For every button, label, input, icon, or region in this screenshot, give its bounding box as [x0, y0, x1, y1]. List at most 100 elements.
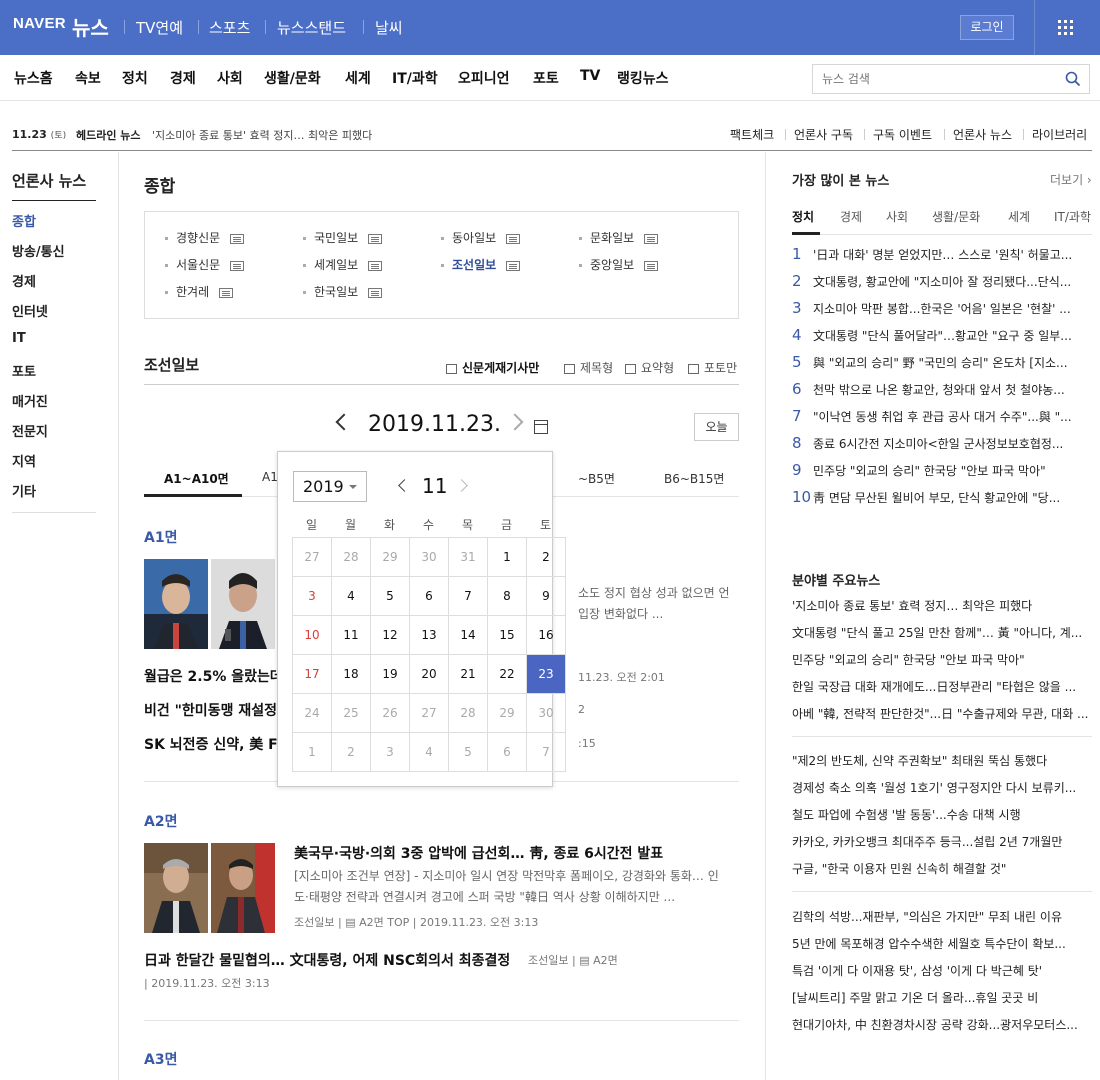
next-month-arrow[interactable] [455, 479, 468, 492]
sidebar-item-economy[interactable]: 경제 [12, 271, 36, 290]
rank-tab-society[interactable]: 사회 [886, 208, 908, 225]
today-button[interactable]: 오늘 [694, 413, 739, 441]
ranking-item[interactable]: 5 與 "외교의 승리" 野 "국민의 승리" 온도차 [지소... [792, 353, 1092, 371]
section-news-item[interactable]: 文대통령 "단식 풀고 25일 만찬 함께"… 黃 "아니다, 계... [792, 624, 1092, 641]
menu-economy[interactable]: 경제 [170, 68, 196, 88]
press-item-selected[interactable]: 조선일보 [441, 256, 521, 273]
page-tab-a1-a10[interactable]: A1~A10면 [164, 470, 229, 487]
calendar-day[interactable]: 8 [488, 577, 527, 616]
calendar-icon[interactable] [534, 420, 548, 434]
rank-tab-economy[interactable]: 경제 [840, 208, 862, 225]
article-title[interactable]: 美국무·국방·의회 3중 압박에 급선회… 靑, 종료 6시간전 발표 [294, 843, 663, 863]
rank-tab-world[interactable]: 세계 [1008, 208, 1030, 225]
article-photo[interactable] [144, 559, 208, 649]
section-news-item[interactable]: 경제성 축소 의혹 '월성 1호기' 영구정지안 다시 보류키... [792, 779, 1092, 796]
calendar-day[interactable]: 19 [371, 655, 410, 694]
press-item[interactable]: 경향신문 [165, 229, 245, 246]
menu-world[interactable]: 세계 [345, 68, 371, 88]
calendar-day[interactable]: 22 [488, 655, 527, 694]
calendar-day[interactable]: 10 [293, 616, 332, 655]
calendar-day[interactable]: 9 [527, 577, 566, 616]
calendar-day[interactable]: 15 [488, 616, 527, 655]
menu-ranking[interactable]: 랭킹뉴스 [617, 68, 669, 88]
calendar-day[interactable]: 16 [527, 616, 566, 655]
article-photo[interactable] [211, 843, 275, 933]
sidebar-item-photo[interactable]: 포토 [12, 361, 36, 380]
calendar-day[interactable]: 14 [449, 616, 488, 655]
section-news-item[interactable]: "제2의 반도체, 신약 주권확보" 최태원 뚝심 통했다 [792, 752, 1092, 769]
section-news-item[interactable]: 철도 파업에 수험생 '발 동동'...수송 대책 시행 [792, 806, 1092, 823]
sidebar-item-regional[interactable]: 지역 [12, 451, 36, 470]
ranking-item[interactable]: 3 지소미아 막판 봉합...한국은 '어음' 일본은 '현찰' ... [792, 299, 1092, 317]
menu-society[interactable]: 사회 [217, 68, 243, 88]
ranking-item[interactable]: 8 종료 6시간전 지소미아<한일 군사정보보호협정... [792, 434, 1092, 452]
year-select[interactable]: 2019 [293, 471, 367, 502]
section-news-item[interactable]: 카카오, 카카오뱅크 최대주주 등극...설립 2년 7개월만 [792, 833, 1092, 850]
section-news-item[interactable]: 민주당 "외교의 승리" 한국당 "안보 파국 막아" [792, 651, 1092, 668]
sidebar-item-internet[interactable]: 인터넷 [12, 301, 48, 320]
calendar-day[interactable]: 2 [527, 538, 566, 577]
section-news-item[interactable]: 아베 "韓, 전략적 판단한것"...日 "수출규제와 무관, 대화 ... [792, 705, 1092, 722]
section-news-item[interactable]: 김학의 석방...재판부, "의심은 가지만" 무죄 내린 이유 [792, 908, 1092, 925]
sidebar-item-trade[interactable]: 전문지 [12, 421, 48, 440]
news-logo[interactable]: 뉴스 [72, 12, 109, 41]
top-tab-weather[interactable]: 날씨 [375, 17, 403, 38]
page-tab-b6-b15[interactable]: B6~B15면 [664, 470, 724, 487]
section-news-item[interactable]: 5년 만에 목포해경 압수수색한 세월호 특수단이 확보... [792, 935, 1092, 952]
more-link[interactable]: 더보기 › [1050, 171, 1092, 188]
top-tab-sports[interactable]: 스포츠 [209, 17, 250, 38]
press-item[interactable]: 국민일보 [303, 229, 383, 246]
link-factcheck[interactable]: 팩트체크 [730, 126, 774, 143]
link-press-news[interactable]: 언론사 뉴스 [953, 126, 1012, 143]
ranking-item[interactable]: 4 文대통령 "단식 풀어달라"…황교안 "요구 중 일부... [792, 326, 1092, 344]
menu-photo[interactable]: 포토 [533, 68, 559, 88]
calendar-day[interactable]: 4 [332, 577, 371, 616]
article-title[interactable]: 비건 "한미동맹 재설정 [144, 700, 277, 720]
view-print-only[interactable]: 신문게재기사만 [446, 359, 539, 376]
next-date-arrow[interactable] [506, 413, 524, 431]
link-subscribe-event[interactable]: 구독 이벤트 [873, 126, 932, 143]
section-news-item[interactable]: [날씨트리] 주말 맑고 기온 더 올라...휴일 곳곳 비 [792, 989, 1092, 1006]
calendar-day[interactable]: 20 [410, 655, 449, 694]
calendar-day[interactable]: 5 [371, 577, 410, 616]
section-news-item[interactable]: 현대기아차, 中 친환경차시장 공략 강화...광저우모터스... [792, 1016, 1092, 1033]
menu-tv[interactable]: TV [580, 68, 600, 84]
menu-life-culture[interactable]: 생활/문화 [264, 68, 321, 88]
ranking-item[interactable]: 2 文대통령, 황교안에 "지소미아 잘 정리됐다...단식... [792, 272, 1092, 290]
sidebar-item-magazine[interactable]: 매거진 [12, 391, 48, 410]
press-item[interactable]: 세계일보 [303, 256, 383, 273]
article-photo[interactable] [144, 843, 208, 933]
ranking-item[interactable]: 1 '日과 대화' 명분 얻었지만… 스스로 '원칙' 허물고... [792, 245, 1092, 263]
view-summary[interactable]: 요약형 [625, 359, 674, 376]
rank-tab-life[interactable]: 생활/문화 [932, 208, 980, 225]
sidebar-item-it[interactable]: IT [12, 331, 26, 346]
top-tab-newsstand[interactable]: 뉴스스탠드 [277, 17, 346, 38]
menu-opinion[interactable]: 오피니언 [458, 68, 510, 88]
search-icon[interactable] [1065, 71, 1081, 87]
article-title[interactable]: SK 뇌전증 신약, 美 FD [144, 734, 289, 754]
apps-grid-icon[interactable] [1034, 0, 1100, 55]
calendar-day[interactable]: 18 [332, 655, 371, 694]
search-input[interactable] [813, 65, 1053, 93]
press-item[interactable]: 동아일보 [441, 229, 521, 246]
article-photo[interactable] [211, 559, 275, 649]
naver-logo[interactable]: NAVER [13, 15, 66, 32]
press-item[interactable]: 중앙일보 [579, 256, 659, 273]
calendar-day[interactable]: 1 [488, 538, 527, 577]
calendar-day[interactable]: 17 [293, 655, 332, 694]
ranking-item[interactable]: 9 민주당 "외교의 승리" 한국당 "안보 파국 막아" [792, 461, 1092, 479]
prev-date-arrow[interactable] [335, 413, 353, 431]
menu-news-home[interactable]: 뉴스홈 [14, 68, 53, 88]
calendar-day[interactable]: 11 [332, 616, 371, 655]
calendar-day[interactable]: 6 [410, 577, 449, 616]
section-news-item[interactable]: 한일 국장급 대화 재개에도...日정부관리 "타협은 않을 ... [792, 678, 1092, 695]
calendar-day[interactable]: 3 [293, 577, 332, 616]
menu-breaking[interactable]: 속보 [75, 68, 101, 88]
top-tab-tv[interactable]: TV연예 [136, 17, 183, 38]
section-news-item[interactable]: 구글, "한국 이용자 민원 신속히 해결할 것" [792, 860, 1092, 877]
link-library[interactable]: 라이브러리 [1032, 126, 1087, 143]
sidebar-item-etc[interactable]: 기타 [12, 481, 36, 500]
ranking-item[interactable]: 10 靑 면담 무산된 윌비어 부모, 단식 황교안에 "당... [792, 488, 1092, 506]
calendar-day[interactable]: 21 [449, 655, 488, 694]
press-item[interactable]: 문화일보 [579, 229, 659, 246]
